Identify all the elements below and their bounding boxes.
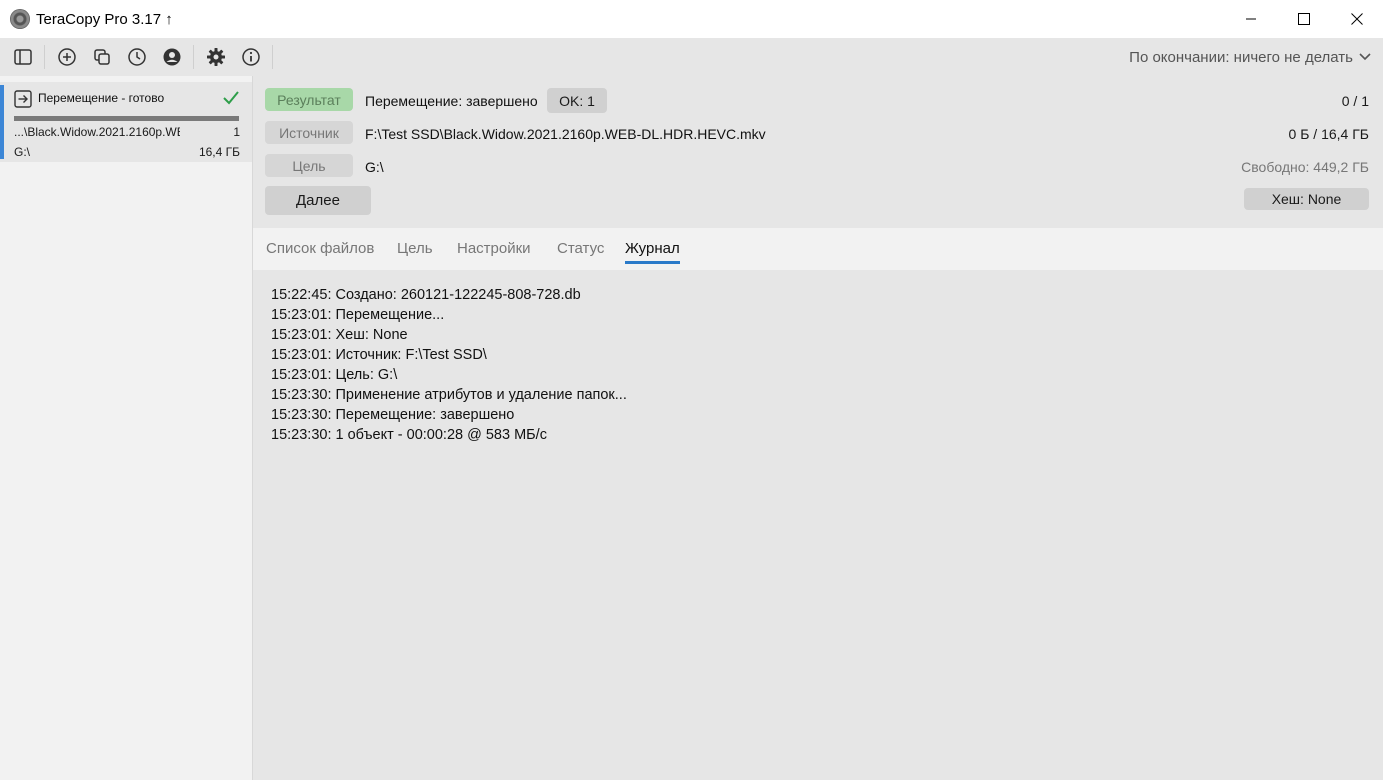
close-icon xyxy=(1350,13,1363,25)
user-circle-icon xyxy=(163,48,180,66)
size-progress: 0 Б / 16,4 ГБ xyxy=(1288,126,1369,142)
source-path: F:\Test SSD\Black.Widow.2021.2160p.WEB-D… xyxy=(365,126,766,142)
title-bar: TeraCopy Pro 3.17 ↑ xyxy=(0,0,1383,38)
next-button[interactable]: Далее xyxy=(265,186,371,215)
account-button[interactable] xyxy=(154,38,189,76)
checkmark-icon xyxy=(223,91,239,105)
maximize-icon xyxy=(1297,13,1310,25)
about-button[interactable] xyxy=(233,38,268,76)
minimize-button[interactable] xyxy=(1224,0,1277,38)
files-progress: 0 / 1 xyxy=(1341,93,1369,109)
job-file-count: 1 xyxy=(233,125,240,139)
close-button[interactable] xyxy=(1330,0,1383,38)
result-label: Результат xyxy=(265,88,353,111)
app-logo-icon xyxy=(10,9,30,29)
sidebar-panel-icon xyxy=(13,49,32,65)
log-line: 15:22:45: Создано: 260121-122245-808-728… xyxy=(271,287,581,303)
toolbar: По окончании: ничего не делать xyxy=(0,38,1383,76)
after-done-dropdown[interactable]: По окончании: ничего не делать xyxy=(1129,38,1371,76)
log-line: 15:23:30: Перемещение: завершено xyxy=(271,407,515,423)
tab-log[interactable]: Журнал xyxy=(625,240,680,264)
source-label[interactable]: Источник xyxy=(265,121,353,144)
window-controls xyxy=(1224,0,1383,38)
job-progress-fill xyxy=(14,116,239,121)
target-path: G:\ xyxy=(365,159,384,175)
log-line: 15:23:01: Источник: F:\Test SSD\ xyxy=(271,347,487,363)
free-space: Свободно: 449,2 ГБ xyxy=(1241,159,1369,175)
job-title: Перемещение - готово xyxy=(38,91,165,105)
tab-settings[interactable]: Настройки xyxy=(457,240,531,261)
job-size: 16,4 ГБ xyxy=(198,145,240,159)
log-line: 15:23:01: Перемещение... xyxy=(271,307,445,323)
log-line: 15:23:30: Применение атрибутов и удалени… xyxy=(271,387,627,403)
job-progress-bar xyxy=(14,116,239,121)
tab-file-list[interactable]: Список файлов xyxy=(266,240,374,261)
move-icon xyxy=(14,90,32,108)
job-destination: G:\ xyxy=(14,145,31,159)
job-info-panel: Результат Перемещение: завершено OK: 1 0… xyxy=(253,76,1383,228)
log-line: 15:23:01: Хеш: None xyxy=(271,327,408,343)
ok-count-badge[interactable]: OK: 1 xyxy=(547,88,607,113)
tab-status[interactable]: Статус xyxy=(557,240,604,261)
window-title: TeraCopy Pro 3.17 ↑ xyxy=(36,10,173,28)
toggle-sidebar-button[interactable] xyxy=(5,38,40,76)
tab-bar: Список файлов Цель Настройки Статус Журн… xyxy=(253,228,1383,270)
clock-icon xyxy=(127,48,146,66)
job-sidebar: Перемещение - готово ...\Black.Widow.202… xyxy=(0,76,253,780)
copy-icon xyxy=(93,49,110,65)
gear-icon xyxy=(206,48,225,66)
target-label[interactable]: Цель xyxy=(265,154,353,177)
log-line: 15:23:30: 1 объект - 00:00:28 @ 583 МБ/с xyxy=(271,427,547,443)
job-file-name: ...\Black.Widow.2021.2160p.WEB-DL.HDR.HE… xyxy=(14,125,180,139)
log-panel: 15:22:45: Создано: 260121-122245-808-728… xyxy=(253,270,1383,780)
result-value: Перемещение: завершено xyxy=(365,93,538,109)
chevron-down-icon xyxy=(1359,53,1371,61)
hash-button[interactable]: Хеш: None xyxy=(1244,188,1369,210)
job-selected-indicator xyxy=(0,85,4,159)
toolbar-separator xyxy=(272,45,273,69)
tab-target[interactable]: Цель xyxy=(397,240,433,261)
add-button[interactable] xyxy=(49,38,84,76)
after-done-label: По окончании: ничего не делать xyxy=(1129,48,1353,66)
info-icon xyxy=(241,48,260,66)
settings-button[interactable] xyxy=(198,38,233,76)
job-item[interactable]: Перемещение - готово ...\Black.Widow.202… xyxy=(0,82,252,162)
maximize-button[interactable] xyxy=(1277,0,1330,38)
copy-button[interactable] xyxy=(84,38,119,76)
minimize-icon xyxy=(1245,18,1256,20)
toolbar-separator xyxy=(193,45,194,69)
toolbar-separator xyxy=(44,45,45,69)
log-line: 15:23:01: Цель: G:\ xyxy=(271,367,398,383)
history-button[interactable] xyxy=(119,38,154,76)
plus-circle-icon xyxy=(57,48,76,66)
